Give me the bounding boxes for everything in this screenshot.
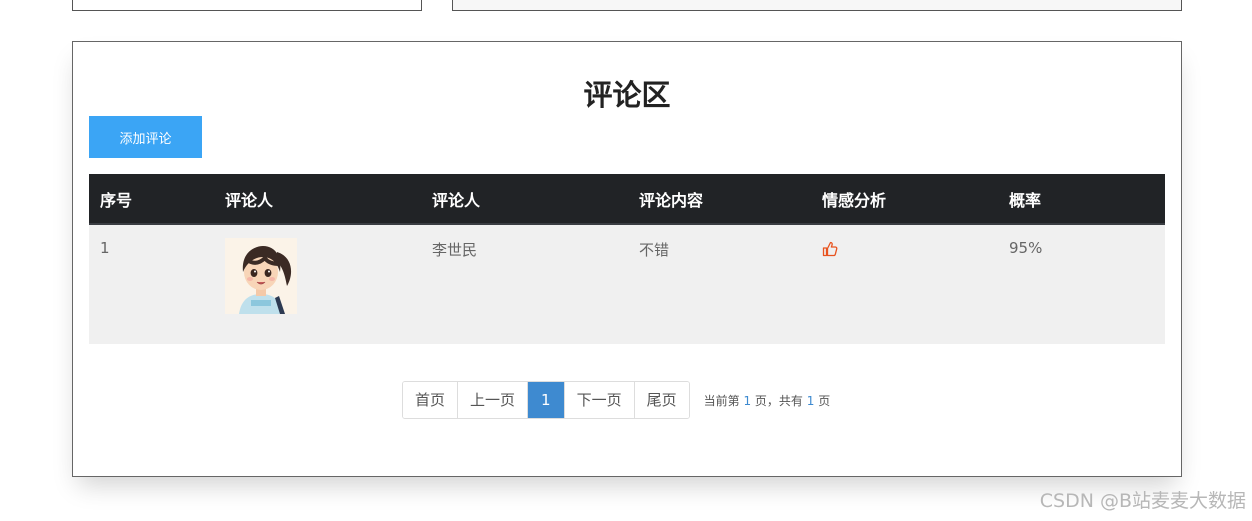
column-header-avatar: 评论人 [214, 174, 421, 225]
column-header-content: 评论内容 [628, 174, 811, 225]
cell-index: 1 [100, 239, 110, 257]
column-header-sentiment: 情感分析 [811, 174, 998, 225]
avatar-cartoon-girl-icon [225, 238, 297, 314]
comment-table: 序号 评论人 评论人 评论内容 情感分析 概率 1 李世民 不错 95% [89, 174, 1165, 344]
page-info-suffix: 页 [818, 393, 831, 408]
column-header-commenter: 评论人 [421, 174, 628, 225]
cell-sentiment [811, 224, 998, 344]
current-page-button[interactable]: 1 [528, 382, 565, 418]
cell-content: 不错 [639, 241, 670, 259]
last-page-button[interactable]: 尾页 [634, 382, 689, 418]
cell-commenter: 李世民 [432, 241, 478, 259]
page-info-total: 1 [806, 393, 815, 408]
page-info: 当前第 1 页，共有 1 页 [704, 392, 831, 409]
thumbs-up-icon [822, 241, 838, 257]
csdn-watermark: CSDN @B站麦麦大数据 [1039, 490, 1246, 512]
table-row: 1 李世民 不错 95% [89, 224, 1165, 344]
page-info-middle: 页，共有 [754, 393, 803, 408]
page-info-current: 1 [743, 393, 752, 408]
column-header-probability: 概率 [998, 174, 1165, 225]
previous-card-left [72, 0, 422, 11]
cell-avatar [214, 224, 421, 344]
add-comment-button[interactable]: 添加评论 [89, 116, 202, 158]
pagination: 首页 上一页 1 下一页 尾页 当前第 1 页，共有 1 页 [402, 381, 830, 419]
table-header-row: 序号 评论人 评论人 评论内容 情感分析 概率 [89, 174, 1165, 225]
pagination-buttons: 首页 上一页 1 下一页 尾页 [402, 381, 690, 419]
next-page-button[interactable]: 下一页 [564, 382, 635, 418]
previous-card-right [452, 0, 1182, 11]
cell-probability: 95% [1009, 239, 1043, 257]
column-header-index: 序号 [89, 174, 214, 225]
page-info-prefix: 当前第 [703, 393, 740, 408]
page-title: 评论区 [583, 78, 671, 112]
prev-page-button[interactable]: 上一页 [458, 382, 529, 418]
first-page-button[interactable]: 首页 [403, 382, 459, 418]
comment-panel: 评论区 添加评论 序号 评论人 评论人 评论内容 情感分析 概率 1 李世民 不… [72, 41, 1182, 477]
